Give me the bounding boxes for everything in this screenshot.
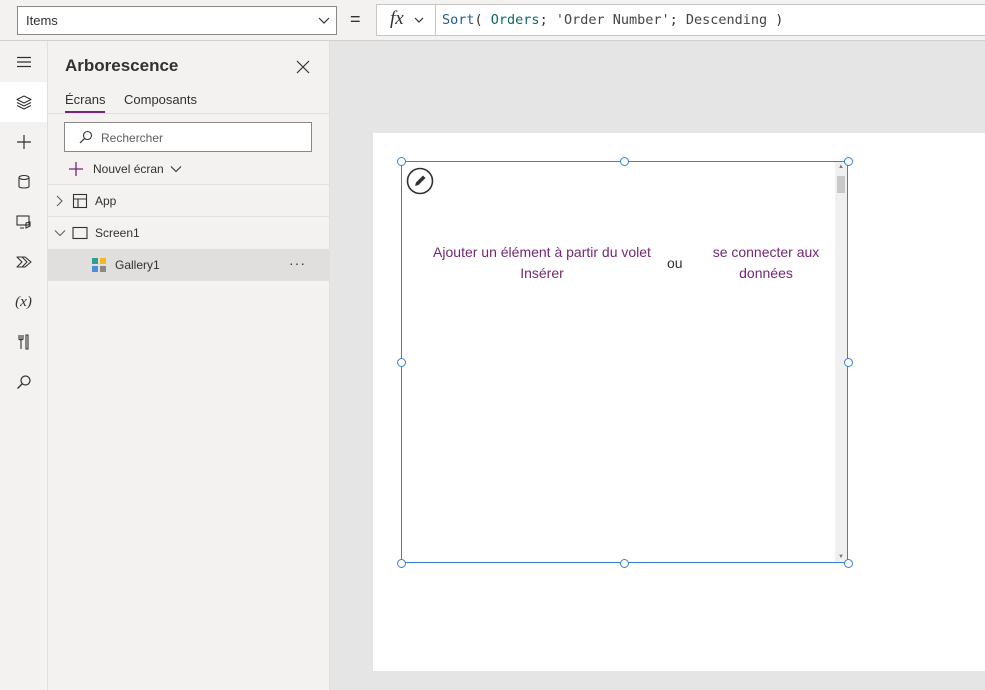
insert-button[interactable] xyxy=(0,122,47,162)
resize-handle-bottom[interactable] xyxy=(620,558,629,568)
formula-bar: Items = fx Sort( Orders; 'Order Number';… xyxy=(0,0,985,41)
panel-title: Arborescence xyxy=(65,56,179,75)
screen-canvas[interactable]: ▲ ▼ Ajouter un élément à partir du volet… xyxy=(373,133,985,671)
media-button[interactable] xyxy=(0,202,47,242)
resize-handle-bottom-left[interactable] xyxy=(396,558,406,568)
chevron-down-icon xyxy=(170,166,182,173)
formula-datasource: Orders xyxy=(490,12,540,28)
tab-components[interactable]: Composants xyxy=(124,92,197,111)
tree-item-label: Screen1 xyxy=(95,226,140,240)
app-icon xyxy=(72,193,88,209)
or-text: ou xyxy=(667,255,683,271)
formula-column: 'Order Number' xyxy=(555,12,670,28)
left-rail: (x) xyxy=(0,41,48,690)
more-options-icon[interactable]: ··· xyxy=(289,255,306,271)
search-input[interactable]: Rechercher xyxy=(64,122,312,152)
tab-screens[interactable]: Écrans xyxy=(65,92,106,113)
new-screen-button[interactable]: Nouvel écran xyxy=(68,160,198,180)
media-icon xyxy=(15,215,31,229)
tree-item-label: Gallery1 xyxy=(115,258,160,272)
scroll-down-icon[interactable]: ▼ xyxy=(838,554,844,560)
resize-handle-bottom-right[interactable] xyxy=(843,558,853,568)
fx-button[interactable]: fx xyxy=(376,4,436,36)
variables-icon: (x) xyxy=(15,293,32,310)
resize-handle-left[interactable] xyxy=(396,357,406,367)
power-automate-icon xyxy=(15,256,32,268)
formula-input[interactable]: Sort( Orders; 'Order Number'; Descending… xyxy=(436,4,985,36)
search-button[interactable] xyxy=(0,362,47,402)
plus-icon xyxy=(69,162,83,176)
chevron-down-icon[interactable] xyxy=(54,229,66,237)
property-dropdown-value: Items xyxy=(26,13,58,28)
formula-separator: ; xyxy=(539,12,556,28)
scroll-thumb[interactable] xyxy=(837,176,845,193)
search-placeholder: Rechercher xyxy=(101,131,164,145)
power-automate-button[interactable] xyxy=(0,242,47,282)
search-icon xyxy=(79,130,93,144)
database-icon xyxy=(17,174,30,189)
tree-view-button[interactable] xyxy=(0,82,47,122)
add-item-link[interactable]: Ajouter un élément à partir du volet Ins… xyxy=(412,242,672,284)
connect-data-link[interactable]: se connecter aux données xyxy=(702,242,830,284)
new-screen-label: Nouvel écran xyxy=(93,162,164,176)
layers-icon xyxy=(15,95,32,110)
search-icon xyxy=(16,375,31,389)
formula-function: Sort xyxy=(442,12,475,28)
tree-view-panel: Arborescence Écrans Composants Recherche… xyxy=(48,41,330,690)
tree-item-screen1[interactable]: Screen1 xyxy=(48,217,329,249)
data-button[interactable] xyxy=(0,162,47,202)
tree-item-app[interactable]: App xyxy=(48,185,329,217)
tree-item-gallery1[interactable]: Gallery1 ··· xyxy=(48,249,329,281)
formula-order: Descending xyxy=(685,12,768,28)
tab-divider xyxy=(48,113,329,114)
screen-icon xyxy=(72,226,88,240)
canvas-area: ▲ ▼ Ajouter un élément à partir du volet… xyxy=(330,41,985,690)
close-icon[interactable] xyxy=(294,58,312,76)
formula-paren-open: ( xyxy=(474,12,491,28)
tree-item-label: App xyxy=(95,194,117,208)
hamburger-menu-icon xyxy=(16,56,31,68)
gallery-control[interactable]: ▲ ▼ Ajouter un élément à partir du volet… xyxy=(401,161,848,563)
resize-handle-right[interactable] xyxy=(843,357,853,367)
tools-icon xyxy=(17,334,29,350)
chevron-down-icon xyxy=(414,17,424,23)
gallery-icon xyxy=(92,258,106,272)
hamburger-menu-button[interactable] xyxy=(0,42,47,82)
resize-handle-top-left[interactable] xyxy=(396,156,406,166)
equals-sign: = xyxy=(350,9,361,29)
chevron-down-icon xyxy=(318,17,330,24)
property-dropdown[interactable]: Items xyxy=(17,6,337,35)
resize-handle-top[interactable] xyxy=(620,156,629,166)
edit-pencil-icon[interactable] xyxy=(406,167,434,195)
formula-paren-close: ) xyxy=(767,12,784,28)
plus-icon xyxy=(16,135,31,149)
fx-icon: fx xyxy=(390,8,404,29)
chevron-right-icon[interactable] xyxy=(55,195,63,207)
formula-separator: ; xyxy=(669,12,686,28)
resize-handle-top-right[interactable] xyxy=(843,156,853,166)
variables-button[interactable]: (x) xyxy=(0,282,47,322)
scroll-up-icon[interactable]: ▲ xyxy=(838,164,844,170)
tools-button[interactable] xyxy=(0,322,47,362)
